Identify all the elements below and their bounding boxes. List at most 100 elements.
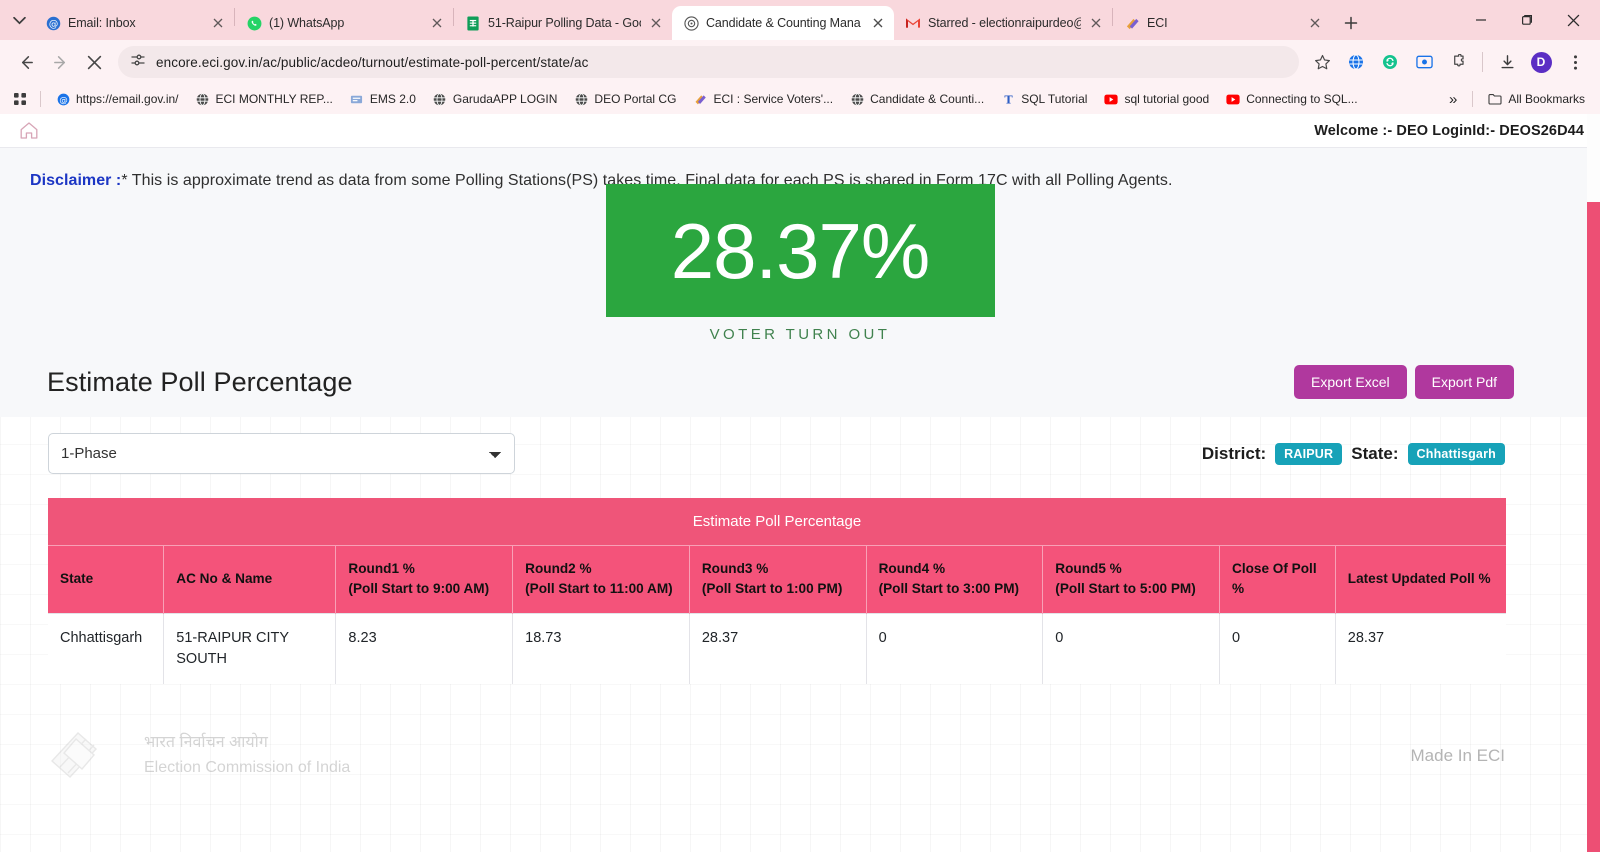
turnout-percent: 28.37% [670, 206, 931, 295]
page-scrollbar[interactable] [1587, 114, 1600, 852]
cell-round1: 8.23 [335, 612, 514, 684]
bookmark-connecting-to-sql[interactable]: Connecting to SQL... [1219, 89, 1364, 109]
svg-text:T: T [1004, 93, 1013, 105]
browser-tab-starred-gmail[interactable]: Starred - electionraipurdeo@ [894, 6, 1112, 40]
close-icon[interactable] [1307, 15, 1323, 31]
page-viewport: Welcome :- DEO LoginId:- DEOS26D44 Discl… [0, 114, 1600, 852]
bookmarks-bar: @ https://email.gov.in/ ECI MONTHLY REP.… [0, 84, 1600, 114]
gmail-icon [905, 15, 921, 31]
bookmark-label: sql tutorial good [1124, 92, 1210, 106]
bookmark-eci-service-voters[interactable]: ECI : Service Voters'... [686, 89, 840, 109]
close-icon[interactable] [1088, 15, 1104, 31]
browser-tab-raipur-polling-data[interactable]: 51-Raipur Polling Data - Goo [454, 6, 672, 40]
close-icon[interactable] [648, 15, 664, 31]
page-scrollbar-thumb[interactable] [1587, 202, 1600, 852]
bookmark-garudaapp-login[interactable]: GarudaAPP LOGIN [426, 89, 565, 109]
avatar-initial: D [1530, 51, 1552, 73]
home-icon[interactable] [16, 119, 42, 143]
table-caption: Estimate Poll Percentage [48, 498, 1506, 545]
tab-title: ECI [1147, 16, 1168, 30]
th-close-of-poll: Close Of Poll % [1219, 545, 1336, 614]
bookmark-star-icon[interactable] [1307, 47, 1337, 77]
mail-icon: @ [45, 15, 61, 31]
browser-window: @ Email: Inbox (1) WhatsApp 51-Raipur Po… [0, 0, 1600, 852]
site-settings-icon[interactable] [130, 52, 146, 73]
forward-button[interactable] [44, 46, 76, 78]
toolbar-icons: D [1307, 47, 1590, 77]
bookmark-candidate-counting[interactable]: Candidate & Counti... [843, 89, 991, 109]
bookmark-divider [1472, 91, 1474, 107]
voter-turnout-widget: 28.37% VOTER TURN OUT [0, 184, 1600, 343]
browser-tab-candidate-counting-management[interactable]: Candidate & Counting Mana [672, 6, 894, 40]
tab-search-icon[interactable] [4, 3, 34, 37]
state-badge: Chhattisgarh [1407, 442, 1505, 465]
turnout-value-box: 28.37% [605, 184, 995, 317]
table-body: Chhattisgarh 51-RAIPUR CITY SOUTH 8.23 1… [48, 612, 1506, 684]
main-content-upper: Disclaimer :* This is approximate trend … [0, 148, 1600, 417]
youtube-icon [1104, 92, 1119, 106]
bookmark-ems-2-0[interactable]: EMS 2.0 [343, 89, 423, 109]
all-bookmarks-label: All Bookmarks [1508, 92, 1585, 106]
profile-avatar[interactable]: D [1526, 47, 1556, 77]
downloads-icon[interactable] [1492, 47, 1522, 77]
chrome-menu-icon[interactable] [1560, 47, 1590, 77]
stop-loading-button[interactable] [78, 46, 110, 78]
bookmark-label: DEO Portal CG [594, 92, 677, 106]
tab-title: (1) WhatsApp [269, 16, 345, 30]
browser-tab-whatsapp[interactable]: (1) WhatsApp [235, 6, 453, 40]
sync-extension-icon[interactable] [1375, 47, 1405, 77]
export-excel-button[interactable]: Export Excel [1294, 365, 1407, 399]
state-label: State: [1351, 443, 1399, 463]
tab-strip: @ Email: Inbox (1) WhatsApp 51-Raipur Po… [0, 0, 1600, 40]
bookmark-sql-tutorial[interactable]: T SQL Tutorial [994, 89, 1094, 109]
t-icon: T [1001, 92, 1015, 106]
google-sheets-icon [465, 15, 481, 31]
phase-select[interactable]: 1-Phase [48, 433, 515, 474]
globe-icon [850, 92, 864, 106]
export-pdf-button[interactable]: Export Pdf [1414, 365, 1514, 399]
close-icon[interactable] [429, 15, 445, 31]
eci-icon [683, 15, 699, 31]
youtube-icon [1226, 92, 1240, 106]
window-controls [1458, 0, 1596, 40]
browser-tab-eci[interactable]: ECI [1113, 6, 1331, 40]
folder-icon [1488, 92, 1502, 106]
toolbar-divider [1482, 52, 1483, 72]
main-content-lower: 1-Phase District: RAIPUR State: Chhattis… [0, 417, 1600, 806]
extensions-puzzle-icon[interactable] [1443, 47, 1473, 77]
cell-round4: 0 [866, 612, 1044, 684]
th-round2: Round2 % (Poll Start to 11:00 AM) [512, 545, 690, 614]
bookmarks-overflow-button[interactable]: » [1442, 88, 1464, 111]
all-bookmarks-button[interactable]: All Bookmarks [1481, 89, 1592, 109]
bookmark-sql-tutorial-good[interactable]: sql tutorial good [1097, 89, 1216, 109]
eci-name-hindi: भारत निर्वाचन आयोग [144, 734, 268, 752]
district-label: District: [1201, 443, 1267, 463]
close-window-button[interactable] [1550, 0, 1596, 40]
th-state: State [48, 545, 165, 614]
address-bar[interactable]: encore.eci.gov.in/ac/public/acdeo/turnou… [118, 46, 1299, 78]
media-capture-icon[interactable] [1409, 47, 1439, 77]
bookmark-eci-monthly-rep[interactable]: ECI MONTHLY REP... [189, 89, 340, 109]
browser-tab-email-inbox[interactable]: @ Email: Inbox [34, 6, 234, 40]
estimate-poll-table-wrapper: Estimate Poll Percentage State AC No & N… [0, 474, 1600, 684]
new-tab-button[interactable] [1337, 9, 1365, 37]
close-icon[interactable] [870, 15, 886, 31]
tab-title: 51-Raipur Polling Data - Goo [488, 16, 641, 30]
svg-text:@: @ [59, 94, 67, 104]
estimate-poll-table: Estimate Poll Percentage State AC No & N… [48, 498, 1506, 684]
bookmark-label: ECI MONTHLY REP... [215, 92, 333, 106]
minimize-button[interactable] [1458, 0, 1504, 40]
bookmark-deo-portal-cg[interactable]: DEO Portal CG [567, 89, 683, 109]
disclaimer-label: Disclaimer : [30, 172, 122, 189]
bookmark-email-gov[interactable]: @ https://email.gov.in/ [49, 89, 186, 109]
location-info: District: RAIPUR State: Chhattisgarh [1201, 442, 1505, 465]
page-title-row: Estimate Poll Percentage Export Excel Ex… [0, 343, 1600, 417]
url-text: encore.eci.gov.in/ac/public/acdeo/turnou… [156, 54, 589, 70]
back-button[interactable] [10, 46, 42, 78]
eci-name-block: भारत निर्वाचन आयोग Election Commission o… [144, 731, 350, 781]
maximize-button[interactable] [1504, 0, 1550, 40]
apps-grid-icon[interactable] [8, 89, 32, 109]
cell-latest-updated: 28.37 [1335, 612, 1506, 684]
close-icon[interactable] [210, 15, 226, 31]
globe-extension-icon[interactable] [1341, 47, 1371, 77]
